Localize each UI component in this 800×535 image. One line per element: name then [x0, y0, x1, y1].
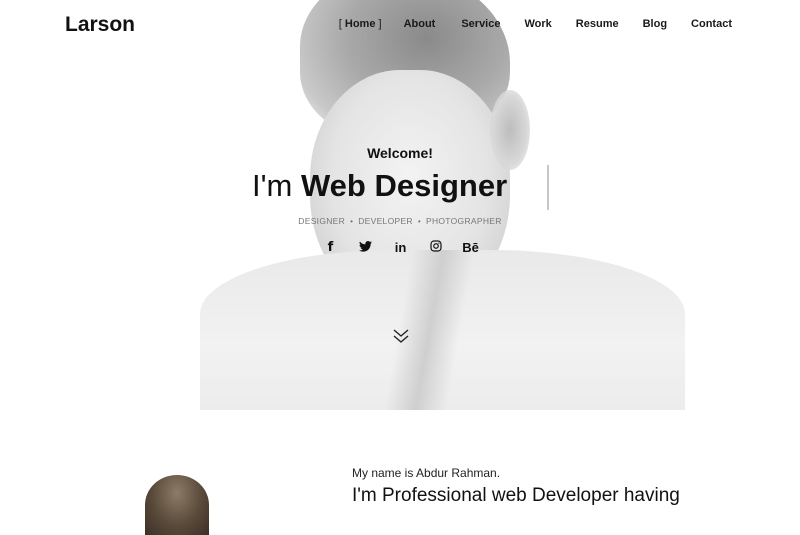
nav-item-work[interactable]: Work [524, 18, 551, 30]
typing-cursor [547, 165, 549, 210]
facebook-icon[interactable]: f [313, 240, 348, 255]
instagram-icon[interactable] [418, 240, 453, 255]
main-nav: [ Home ] About Service Work Resume Blog … [339, 18, 732, 30]
role-item: DEVELOPER [358, 216, 413, 226]
about-title: I'm Professional web Developer having [352, 485, 680, 506]
hero-section: Larson [ Home ] About Service Work Resum… [0, 0, 800, 410]
nav-item-home[interactable]: [ Home ] [339, 18, 382, 30]
about-intro: My name is Abdur Rahman. [352, 466, 501, 480]
headline-typed-text: Web Designer [300, 168, 508, 203]
nav-item-blog[interactable]: Blog [643, 18, 667, 30]
nav-item-contact[interactable]: Contact [691, 18, 732, 30]
roles-list: DESIGNER • DEVELOPER • PHOTOGRAPHER [298, 216, 502, 226]
linkedin-icon[interactable]: in [383, 240, 418, 255]
role-item: DESIGNER [298, 216, 346, 226]
headline-prefix: I'm [252, 168, 293, 203]
site-logo[interactable]: Larson [65, 13, 135, 37]
nav-item-about[interactable]: About [404, 18, 436, 30]
twitter-icon[interactable] [348, 240, 383, 255]
role-item: PHOTOGRAPHER [425, 216, 502, 226]
hero-headline: I'm Web Designer [252, 168, 507, 204]
social-links: f in Bē [313, 240, 488, 255]
nav-item-service[interactable]: Service [461, 18, 500, 30]
welcome-text: Welcome! [367, 145, 433, 161]
double-chevron-down-icon[interactable] [393, 327, 409, 345]
nav-item-resume[interactable]: Resume [576, 18, 619, 30]
behance-icon[interactable]: Bē [453, 240, 488, 255]
profile-photo [145, 475, 209, 535]
hero-background-photo [200, 0, 685, 410]
